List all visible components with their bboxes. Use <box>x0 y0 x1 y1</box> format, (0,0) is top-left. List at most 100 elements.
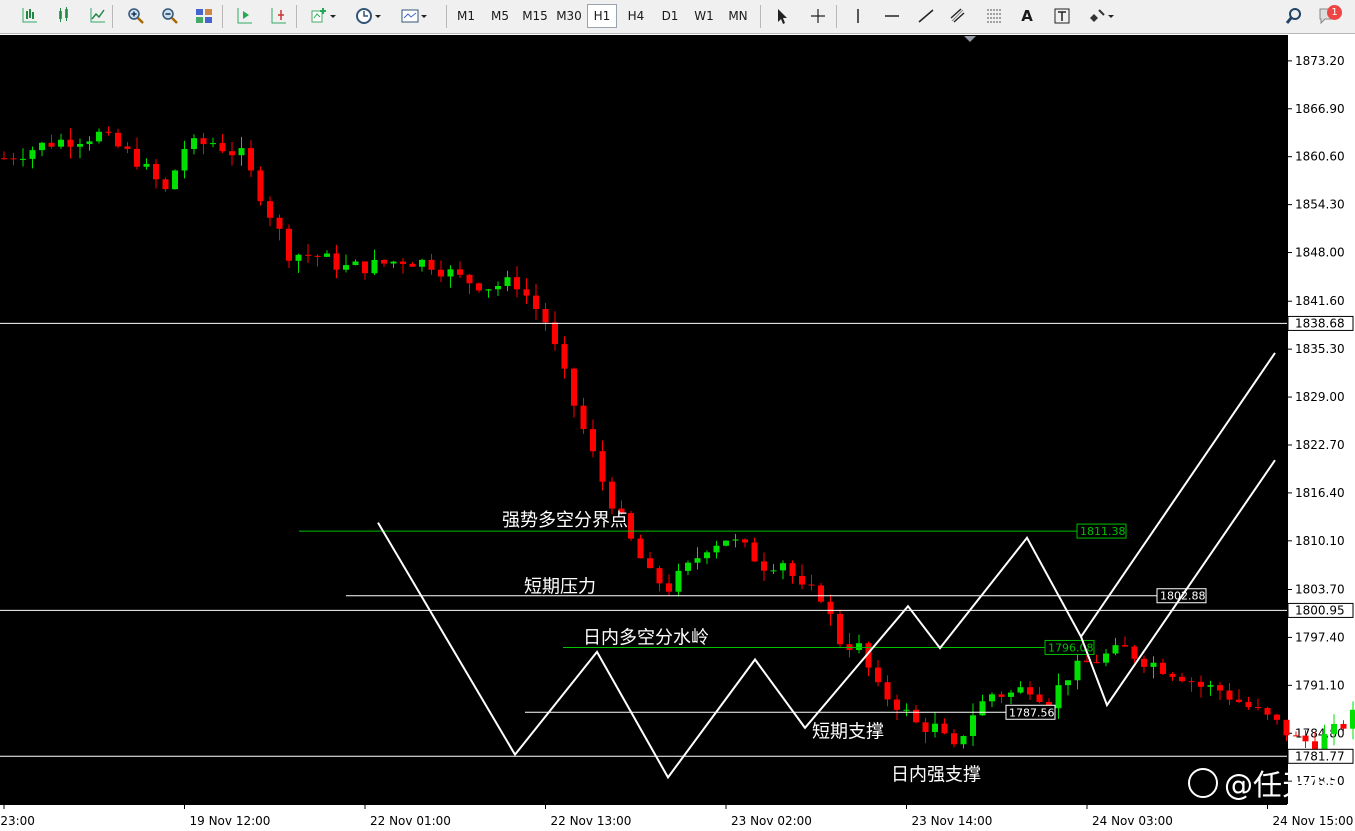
bear-candle <box>267 201 273 218</box>
bear-candle <box>875 667 881 683</box>
bear-candle <box>789 563 796 576</box>
bull-candle <box>1017 687 1024 693</box>
bar-chart-icon[interactable] <box>18 4 42 28</box>
bull-candle <box>856 643 862 650</box>
timeframe-w1-button[interactable]: W1 <box>689 4 719 28</box>
equidistant-channel-icon[interactable] <box>946 4 970 28</box>
text-icon[interactable]: A <box>1015 4 1039 28</box>
bull-candle <box>970 715 976 737</box>
horizontal-line-icon[interactable] <box>880 4 904 28</box>
y-tick-label: 1848.00 <box>1295 246 1345 260</box>
bear-candle <box>333 253 340 270</box>
bull-candle <box>1103 653 1109 663</box>
timeframe-d1-button[interactable]: D1 <box>655 4 685 28</box>
watermark-text: @任天成 <box>1224 768 1341 802</box>
bear-candle <box>1293 735 1299 737</box>
vertical-line-icon[interactable] <box>846 4 870 28</box>
autoscroll-icon[interactable] <box>233 4 257 28</box>
x-tick-label: 22 Nov 13:00 <box>551 814 632 828</box>
bull-candle <box>371 259 378 274</box>
bear-candle <box>219 143 226 152</box>
plot-area[interactable] <box>0 35 1287 804</box>
bull-candle <box>1065 680 1071 686</box>
y-tick-label: 1860.60 <box>1295 150 1345 164</box>
y-tick-label: 1873.20 <box>1295 54 1345 68</box>
bull-candle <box>979 701 986 716</box>
bull-candle <box>1331 723 1337 735</box>
timeframe-h4-button[interactable]: H4 <box>621 4 651 28</box>
bear-candle <box>552 322 558 345</box>
zoom-in-icon[interactable] <box>124 4 148 28</box>
indicators-icon[interactable] <box>307 4 339 28</box>
bear-candle <box>514 277 520 290</box>
y-tick-label: 1854.30 <box>1295 198 1345 212</box>
price-chart[interactable]: 1873.20 1866.90 1860.60 1854.30 1848.00 1841.… <box>0 35 1355 831</box>
notification-count-badge: 1 <box>1327 5 1342 20</box>
trendline-icon[interactable] <box>914 4 938 28</box>
bear-candle <box>162 179 169 190</box>
timeframe-m30-button[interactable]: M30 <box>553 4 585 28</box>
bull-candle <box>960 736 967 745</box>
bull-candle <box>77 144 83 147</box>
clock-icon[interactable] <box>352 4 384 28</box>
bull-candle <box>780 563 786 571</box>
templates-icon[interactable] <box>398 4 430 28</box>
bull-candle <box>1074 660 1081 681</box>
bull-candle <box>675 570 682 592</box>
candlestick-icon[interactable] <box>52 4 76 28</box>
bear-candle <box>153 163 159 180</box>
bull-candle <box>713 545 720 553</box>
cursor-icon[interactable] <box>770 4 794 28</box>
x-tick-label: Nov 23:00 <box>0 814 35 828</box>
bull-candle <box>770 570 777 572</box>
timeframe-m1-button[interactable]: M1 <box>451 4 481 28</box>
x-tick-label: 19 Nov 12:00 <box>190 814 271 828</box>
bear-candle <box>523 289 530 296</box>
toolbar-separator <box>296 5 297 28</box>
text-label-icon[interactable] <box>1050 4 1074 28</box>
timeframe-mn-button[interactable]: MN <box>723 4 753 28</box>
zoom-out-icon[interactable] <box>158 4 182 28</box>
line-chart-icon[interactable] <box>86 4 110 28</box>
bear-candle <box>1283 719 1290 736</box>
search-icon[interactable] <box>1282 4 1306 28</box>
chart-shift-icon[interactable] <box>267 4 291 28</box>
bull-candle <box>1350 709 1355 729</box>
bull-candle <box>29 150 36 159</box>
bull-candle <box>210 143 216 145</box>
crosshair-icon[interactable] <box>806 4 830 28</box>
arrows-icon[interactable] <box>1085 4 1117 28</box>
bear-candle <box>1179 676 1185 682</box>
bear-candle <box>1245 701 1252 708</box>
timeframe-m15-button[interactable]: M15 <box>519 4 551 28</box>
bull-candle <box>732 539 739 541</box>
bear-candle <box>1255 707 1261 709</box>
bull-candle <box>324 253 330 257</box>
y-tick-label: 1835.30 <box>1295 342 1345 356</box>
bear-candle <box>286 228 292 261</box>
bear-candle <box>305 254 311 256</box>
x-tick-label: 23 Nov 14:00 <box>912 814 993 828</box>
timeframe-h1-button[interactable]: H1 <box>587 4 617 28</box>
bear-candle <box>67 139 74 147</box>
timeframe-m5-button[interactable]: M5 <box>485 4 515 28</box>
bear-candle <box>1141 658 1147 667</box>
y-tick-label: 1829.00 <box>1295 390 1345 404</box>
bear-candle <box>599 451 606 482</box>
bear-candle <box>1302 735 1309 742</box>
bear-candle <box>533 295 539 310</box>
tile-windows-icon[interactable] <box>192 4 216 28</box>
bull-candle <box>485 289 492 291</box>
bull-candle <box>352 261 359 266</box>
bull-candle <box>903 709 910 711</box>
x-tick-label: 22 Nov 01:00 <box>370 814 451 828</box>
toolbar-separator <box>760 5 761 28</box>
bear-candle <box>922 722 929 733</box>
level-price-label: 1787.56 <box>1009 706 1055 719</box>
y-tick-label: 1803.70 <box>1295 583 1345 597</box>
bear-candle <box>438 269 444 277</box>
bear-candle <box>1027 687 1033 695</box>
bear-candle <box>751 542 758 562</box>
bull-candle <box>704 552 710 559</box>
fibonacci-icon[interactable] <box>982 4 1006 28</box>
